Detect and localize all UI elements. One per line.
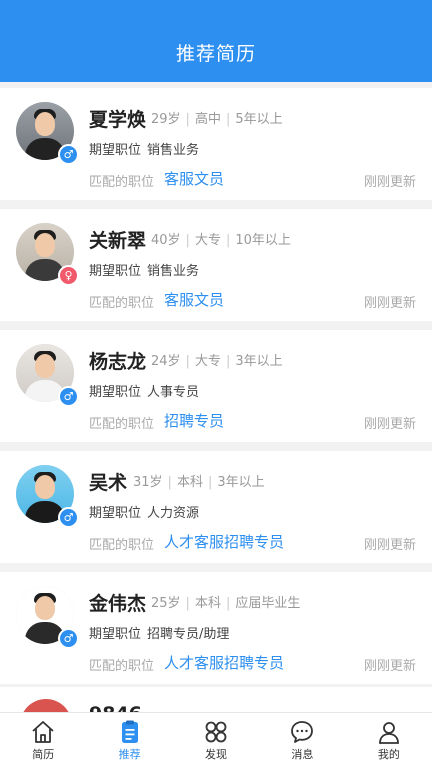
- updated-time: 刚刚更新: [363, 538, 416, 553]
- candidate-meta: 31岁 | 本科 | 3年以上: [133, 475, 265, 490]
- matched-position-label: 匹配的职位: [89, 296, 155, 311]
- avatar: ♀: [16, 223, 79, 286]
- candidate-experience: 应届毕业生: [235, 596, 301, 611]
- candidate-meta: 24岁 | 大专 | 3年以上: [151, 354, 283, 369]
- expected-position-label: 期望职位: [89, 385, 142, 400]
- expected-position: 期望职位 人力资源: [89, 502, 199, 521]
- chat-icon: [291, 721, 314, 743]
- matched-position-label: 匹配的职位: [89, 417, 155, 432]
- expected-position-value: 招聘专员/助理: [147, 627, 230, 642]
- candidate-education: 大专: [194, 354, 221, 369]
- tab-label: 发现: [205, 748, 228, 761]
- resume-card[interactable]: ♀ 关新翠 40岁 | 大专 | 10年以上 期望职位 销售业务 匹配的职位 客服文员 刚…: [0, 209, 432, 321]
- tab-resume[interactable]: 简历: [0, 713, 86, 769]
- expected-position-value: 销售业务: [147, 264, 200, 279]
- expected-position-label: 期望职位: [89, 627, 142, 642]
- candidate-experience: 3年以上: [217, 475, 265, 490]
- resume-card[interactable]: ♂ 夏学焕 29岁 | 高中 | 5年以上 期望职位 销售业务 匹配的职位 客服文员 刚刚…: [0, 88, 432, 200]
- matched-position-value[interactable]: 招聘专员: [164, 410, 224, 431]
- matched-position-label: 匹配的职位: [89, 175, 155, 190]
- updated-time: 刚刚更新: [363, 175, 416, 190]
- expected-position: 期望职位 销售业务: [89, 139, 199, 158]
- candidate-name: 夏学焕: [89, 109, 147, 131]
- female-icon: ♀: [58, 265, 79, 286]
- tab-discover[interactable]: 发现: [173, 713, 259, 769]
- expected-position-label: 期望职位: [89, 506, 142, 521]
- matched-position-value[interactable]: 客服文员: [164, 168, 224, 189]
- tab-messages[interactable]: 消息: [259, 713, 345, 769]
- user-icon: [378, 722, 399, 744]
- expected-position-value: 销售业务: [147, 143, 200, 158]
- tab-label: 推荐: [118, 748, 141, 761]
- male-icon: ♂: [58, 507, 79, 528]
- candidate-name: 9846: [89, 703, 142, 712]
- expected-position: 期望职位 销售业务: [89, 260, 199, 279]
- candidate-education: 本科: [176, 475, 203, 490]
- app-header: 推荐简历: [0, 0, 432, 82]
- page-title: 推荐简历: [175, 43, 256, 65]
- candidate-experience: 10年以上: [235, 233, 291, 248]
- avatar: ♂: [16, 465, 79, 528]
- expected-position-label: 期望职位: [89, 264, 142, 279]
- expected-position-value: 人事专员: [147, 385, 200, 400]
- candidate-experience: 3年以上: [235, 354, 283, 369]
- home-icon: [32, 721, 54, 743]
- candidate-experience: 5年以上: [235, 112, 283, 127]
- male-icon: ♂: [58, 386, 79, 407]
- candidate-education: 大专: [194, 233, 221, 248]
- tab-label: 消息: [291, 748, 314, 761]
- matched-position-label: 匹配的职位: [89, 538, 155, 553]
- matched-position-value[interactable]: 客服文员: [164, 289, 224, 310]
- tab-profile[interactable]: 我的: [346, 713, 432, 769]
- candidate-age: 29岁: [151, 112, 181, 127]
- resume-list[interactable]: ♂ 夏学焕 29岁 | 高中 | 5年以上 期望职位 销售业务 匹配的职位 客服文员 刚刚…: [0, 82, 432, 712]
- candidate-meta: 29岁 | 高中 | 5年以上: [151, 112, 283, 127]
- candidate-name: 杨志龙: [89, 351, 147, 373]
- candidate-name: 吴术: [89, 472, 128, 494]
- updated-time: 刚刚更新: [363, 659, 416, 674]
- candidate-age: 25岁: [151, 596, 181, 611]
- candidate-name: 金伟杰: [89, 593, 147, 615]
- resume-card-partial[interactable]: 9846: [0, 687, 432, 712]
- avatar: ♂: [16, 102, 79, 165]
- expected-position: 期望职位 招聘专员/助理: [89, 623, 229, 642]
- matched-position-value[interactable]: 人才客服招聘专员: [164, 531, 284, 552]
- candidate-age: 24岁: [151, 354, 181, 369]
- tab-label: 我的: [377, 748, 400, 761]
- avatar: [20, 699, 72, 712]
- avatar: ♂: [16, 586, 79, 649]
- updated-time: 刚刚更新: [363, 296, 416, 311]
- matched-position-label: 匹配的职位: [89, 659, 155, 674]
- matched-position-value[interactable]: 人才客服招聘专员: [164, 652, 284, 673]
- candidate-meta: 25岁 | 本科 | 应届毕业生: [151, 596, 301, 611]
- resume-card[interactable]: ♂ 吴术 31岁 | 本科 | 3年以上 期望职位 人力资源 匹配的职位 人才客服招聘专员…: [0, 451, 432, 563]
- resume-card[interactable]: ♂ 杨志龙 24岁 | 大专 | 3年以上 期望职位 人事专员 匹配的职位 招聘专员 刚刚…: [0, 330, 432, 442]
- expected-position-value: 人力资源: [147, 506, 200, 521]
- candidate-age: 40岁: [151, 233, 181, 248]
- candidate-meta: 40岁 | 大专 | 10年以上: [151, 233, 291, 248]
- tab-recommend[interactable]: 推荐: [86, 713, 172, 769]
- expected-position-label: 期望职位: [89, 143, 142, 158]
- tab-label: 简历: [32, 748, 55, 761]
- male-icon: ♂: [58, 628, 79, 649]
- avatar: ♂: [16, 344, 79, 407]
- male-icon: ♂: [58, 144, 79, 165]
- bottom-tab-bar: 简历 推荐 发现 消息 我的: [0, 712, 432, 769]
- candidate-age: 31岁: [133, 475, 163, 490]
- candidate-education: 本科: [194, 596, 221, 611]
- resume-card[interactable]: ♂ 金伟杰 25岁 | 本科 | 应届毕业生 期望职位 招聘专员/助理 匹配的职位 人才客…: [0, 572, 432, 684]
- grid-icon: [205, 721, 227, 743]
- candidate-education: 高中: [194, 112, 221, 127]
- clipboard-icon: [121, 720, 138, 743]
- expected-position: 期望职位 人事专员: [89, 381, 199, 400]
- candidate-name: 关新翠: [89, 230, 147, 252]
- updated-time: 刚刚更新: [363, 417, 416, 432]
